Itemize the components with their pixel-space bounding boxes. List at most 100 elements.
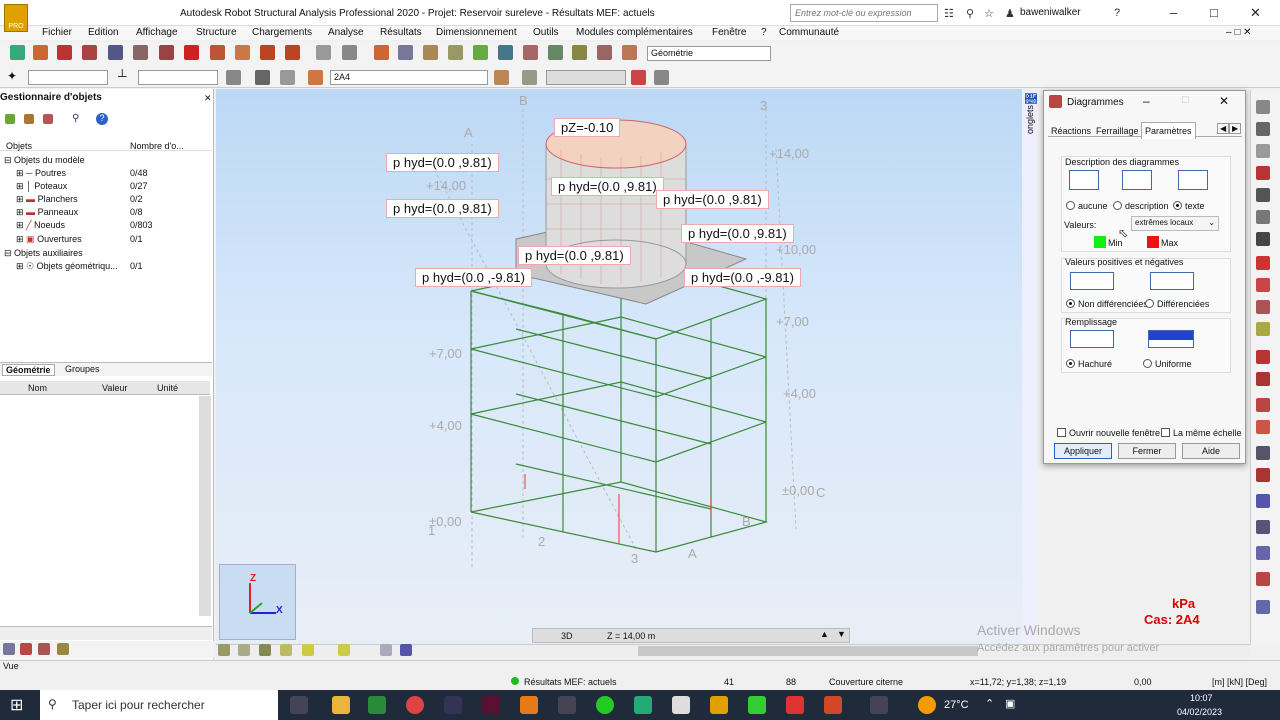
mode-icon[interactable] xyxy=(631,70,646,85)
tab-next-icon[interactable]: ▶ xyxy=(1229,123,1242,134)
scroll-thumb[interactable] xyxy=(638,646,978,656)
snap-icon-7[interactable] xyxy=(380,644,392,656)
clock-date[interactable]: 04/02/2023 xyxy=(1177,707,1222,717)
radio-aucune[interactable] xyxy=(1066,201,1075,210)
menu-dimensionnement[interactable]: Dimensionnement xyxy=(436,27,517,38)
explorer-icon[interactable] xyxy=(332,696,350,714)
edge-icon[interactable] xyxy=(368,696,386,714)
robot-icon[interactable] xyxy=(710,696,728,714)
view-icon-4[interactable] xyxy=(57,643,69,655)
app-icon[interactable] xyxy=(444,696,462,714)
panel-close-icon[interactable]: ✕ xyxy=(204,93,212,104)
menu-fichier[interactable]: Fichier xyxy=(42,27,72,38)
collapse-arrow-icon[interactable]: 🡈 xyxy=(1025,92,1037,106)
pan-icon[interactable] xyxy=(448,45,463,60)
same-scale-checkbox[interactable] xyxy=(1161,428,1170,437)
tree-item-geometric[interactable]: ⊞ ☉ Objets géométriqu... xyxy=(16,261,118,272)
tool-icon-12[interactable] xyxy=(1256,350,1270,364)
print-icon[interactable] xyxy=(82,45,97,60)
tool-icon-19[interactable] xyxy=(1256,520,1270,534)
structure-viewport[interactable]: pZ=-0.10 p hyd=(0.0 ,9.81) p hyd=(0.0 ,9… xyxy=(216,89,1022,645)
app2-icon[interactable] xyxy=(634,696,652,714)
chrome-icon[interactable] xyxy=(406,696,424,714)
view-3d-icon[interactable] xyxy=(498,45,513,60)
search-input[interactable] xyxy=(790,4,938,22)
tool-icon-15[interactable] xyxy=(1256,420,1270,434)
snap-icon-3[interactable] xyxy=(259,644,271,656)
tab-prev-icon[interactable]: ◀ xyxy=(1217,123,1230,134)
dialog-close-icon[interactable]: ✕ xyxy=(1219,94,1229,108)
search-icon[interactable]: ⚲ xyxy=(72,113,79,124)
selection-icon[interactable] xyxy=(226,70,241,85)
app3-icon[interactable] xyxy=(672,696,690,714)
select-all-icon[interactable] xyxy=(255,70,270,85)
close-icon[interactable]: ✕ xyxy=(1250,5,1261,21)
filter-icon[interactable] xyxy=(622,45,637,60)
side-tab-label[interactable]: onglets xyxy=(1025,105,1035,134)
minimize-icon[interactable]: – xyxy=(1170,5,1177,20)
tool-icon-1[interactable] xyxy=(1256,100,1270,114)
maximize-icon[interactable]: □ xyxy=(1210,5,1218,20)
menu-outils[interactable]: Outils xyxy=(533,27,559,38)
key-icon[interactable]: ⚲ xyxy=(966,7,974,20)
menu-modules[interactable]: Modules complémentaires xyxy=(576,27,693,38)
preview-icon[interactable] xyxy=(108,45,123,60)
screen-capture-icon[interactable] xyxy=(133,45,148,60)
radio-differenciees[interactable] xyxy=(1145,299,1154,308)
network-icon[interactable]: ▣ xyxy=(1005,697,1015,710)
snap-icon-2[interactable] xyxy=(238,644,250,656)
taskview-icon[interactable] xyxy=(290,696,308,714)
radio-non-differenciees[interactable] xyxy=(1066,299,1075,308)
tool-icon-18[interactable] xyxy=(1256,494,1270,508)
tools-icon[interactable] xyxy=(43,114,53,124)
snap-icon[interactable] xyxy=(218,644,230,656)
network-app-icon[interactable] xyxy=(870,696,888,714)
mode-select[interactable] xyxy=(546,70,626,85)
new-window-checkbox[interactable] xyxy=(1057,428,1066,437)
tab-geometrie[interactable]: Géométrie xyxy=(2,364,55,376)
powerpoint-icon[interactable] xyxy=(824,696,842,714)
tray-chevron-icon[interactable]: ⌃ xyxy=(985,697,994,710)
view-icon-2[interactable] xyxy=(20,643,32,655)
paste-icon[interactable] xyxy=(235,45,250,60)
tab-ferraillage[interactable]: Ferraillage xyxy=(1096,126,1139,136)
report-icon[interactable] xyxy=(159,45,174,60)
tool-icon-17[interactable] xyxy=(1256,468,1270,482)
save-icon[interactable] xyxy=(57,45,72,60)
tool-icon-2[interactable] xyxy=(1256,122,1270,136)
tab-groupes[interactable]: Groupes xyxy=(62,364,103,374)
node-icon[interactable]: ✦ xyxy=(7,69,17,83)
menu-analyse[interactable]: Analyse xyxy=(328,27,364,38)
properties-icon[interactable] xyxy=(342,45,357,60)
whatsapp-icon[interactable] xyxy=(596,696,614,714)
section-icon[interactable] xyxy=(523,45,538,60)
menu-structure[interactable]: Structure xyxy=(196,27,237,38)
camtasia-icon[interactable] xyxy=(748,696,766,714)
filter-icon[interactable] xyxy=(5,114,15,124)
tool-icon-11[interactable] xyxy=(1256,322,1270,336)
tool-icon-3[interactable] xyxy=(1256,144,1270,158)
app-logo[interactable]: PRO xyxy=(4,4,28,32)
tree-item-poteaux[interactable]: ⊞ │ Poteaux xyxy=(16,181,67,192)
menu-chargements[interactable]: Chargements xyxy=(252,27,312,38)
tree-item-noeuds[interactable]: ⊞ ╱ Noeuds xyxy=(16,220,65,231)
properties-scrollbar[interactable] xyxy=(199,396,211,616)
tool-icon-6[interactable] xyxy=(1256,210,1270,224)
tool-icon-10[interactable] xyxy=(1256,300,1270,314)
radio-description[interactable] xyxy=(1113,201,1122,210)
tool-icon-16[interactable] xyxy=(1256,446,1270,460)
case-prev-icon[interactable] xyxy=(494,70,509,85)
apply-button[interactable]: Appliquer xyxy=(1054,443,1112,459)
tab-reactions[interactable]: Réactions xyxy=(1051,126,1091,136)
z-down-icon[interactable]: ▼ xyxy=(837,629,846,639)
tool-icon-14[interactable] xyxy=(1256,398,1270,412)
select-none-icon[interactable] xyxy=(280,70,295,85)
load-case-select[interactable]: 2A4 xyxy=(330,70,488,85)
tool-icon-20[interactable] xyxy=(1256,546,1270,560)
vlc-icon[interactable] xyxy=(520,696,538,714)
menu-communaute[interactable]: Communauté xyxy=(779,27,839,38)
menu-help[interactable]: ? xyxy=(761,27,767,38)
tool-icon-8[interactable] xyxy=(1256,256,1270,270)
radio-hachure[interactable] xyxy=(1066,359,1075,368)
copy-icon[interactable] xyxy=(210,45,225,60)
